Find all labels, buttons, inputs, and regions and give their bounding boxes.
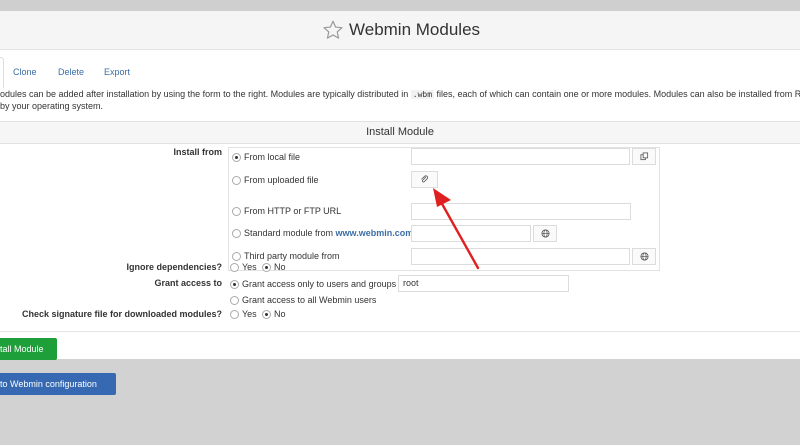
ignore-dependencies-label: Ignore dependencies? [126,262,222,272]
page-header: Webmin Modules [0,11,800,50]
radio-grant-only[interactable] [230,280,239,289]
form-divider [0,331,800,332]
main-panel: Webmin Modules Clone Delete Export odule… [0,11,800,360]
third-party-module-label: Third party module from [244,251,340,261]
check-sig-yes-label: Yes [242,309,257,319]
grant-access-label: Grant access to [154,278,222,288]
tab-clone[interactable]: Clone [13,67,37,77]
radio-ignore-deps-yes[interactable] [230,263,239,272]
tab-export[interactable]: Export [104,67,130,77]
radio-ignore-deps-no[interactable] [262,263,271,272]
copy-icon [639,152,648,161]
tab-active-edge[interactable] [0,57,4,88]
radio-uploaded-file[interactable] [232,176,241,185]
tab-delete[interactable]: Delete [58,67,84,77]
tab-bar: Clone Delete Export [0,57,800,88]
webmin-com-link[interactable]: www.webmin.com [336,228,414,238]
install-from-label: Install from [173,147,222,157]
upload-file-button[interactable] [411,171,438,188]
grant-only-label: Grant access only to users and groups : [242,279,402,289]
wbm-code: .wbm [410,90,435,99]
check-sig-no-label: No [274,309,286,319]
file-chooser-button[interactable] [632,148,656,165]
return-to-config-button[interactable]: to Webmin configuration [0,373,116,395]
standard-module-label: Standard module from www.webmin.com [244,228,414,238]
globe-icon [639,252,649,261]
title-wrap: Webmin Modules [322,18,480,42]
grant-users-input[interactable]: root [398,275,569,292]
ignore-deps-no-label: No [274,262,286,272]
section-title: Install Module [0,121,800,144]
grant-all-label: Grant access to all Webmin users [242,295,377,305]
third-party-picker-button[interactable] [632,248,656,265]
radio-local-file[interactable] [232,153,241,162]
local-file-label: From local file [244,152,301,162]
install-module-button[interactable]: tall Module [0,338,57,360]
globe-icon [540,229,550,238]
radio-http-ftp-url[interactable] [232,207,241,216]
check-signature-label: Check signature file for downloaded modu… [21,309,222,319]
description-line-2: by your operating system. [0,101,104,111]
ignore-deps-yes-label: Yes [242,262,257,272]
standard-module-input[interactable] [411,225,531,242]
top-bar [0,0,800,11]
third-party-module-input[interactable] [411,248,630,265]
description-line-1: odules can be added after installation b… [0,89,800,99]
paperclip-icon [421,175,428,183]
standard-module-picker-button[interactable] [533,225,557,242]
url-input[interactable] [411,203,631,220]
radio-check-sig-no[interactable] [262,310,271,319]
http-ftp-url-label: From HTTP or FTP URL [244,206,342,216]
radio-standard-module[interactable] [232,229,241,238]
star-outline-icon[interactable] [322,19,344,41]
radio-third-party-module[interactable] [232,252,241,261]
uploaded-file-label: From uploaded file [244,175,319,185]
radio-grant-all[interactable] [230,296,239,305]
local-file-input[interactable] [411,148,630,165]
radio-check-sig-yes[interactable] [230,310,239,319]
page-title: Webmin Modules [349,20,481,39]
